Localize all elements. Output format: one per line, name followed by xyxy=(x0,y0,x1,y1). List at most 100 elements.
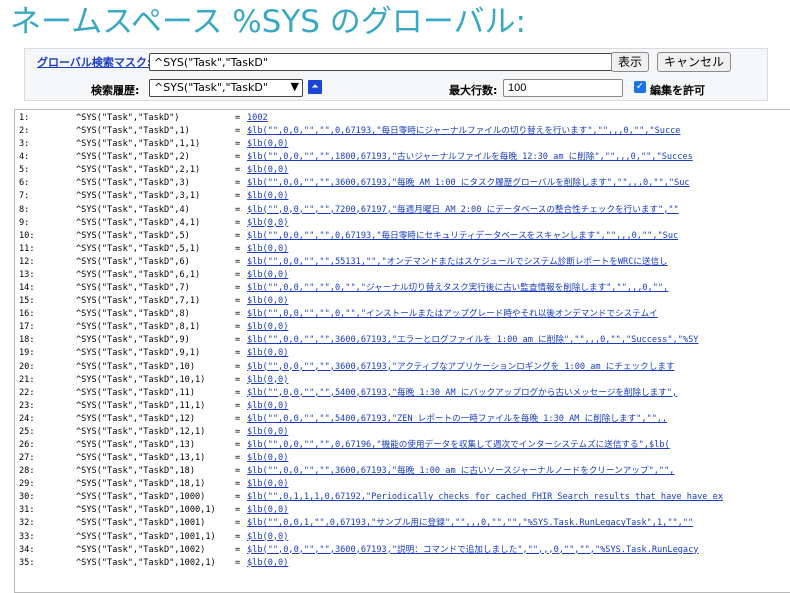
node-subscript: ^SYS("Task","TaskD",1000,1) xyxy=(76,505,216,516)
row-number: 19: xyxy=(19,348,35,359)
row-number: 34: xyxy=(19,544,35,555)
row-number: 20: xyxy=(19,361,35,372)
node-subscript: ^SYS("Task","TaskD",7) xyxy=(76,283,190,294)
row-number: 15: xyxy=(19,296,35,307)
row-number: 14: xyxy=(19,283,35,294)
node-subscript: ^SYS("Task","TaskD",2) xyxy=(76,152,190,163)
allow-edit-checkbox[interactable]: ✓ xyxy=(634,81,646,93)
node-value-link[interactable]: $lb("",0,0,"","",3600,67193,"毎晩 1:00 am … xyxy=(247,466,674,477)
node-value-link[interactable]: $lb(0,0) xyxy=(247,401,288,412)
node-subscript: ^SYS("Task","TaskD") xyxy=(76,113,180,123)
global-mask-input[interactable] xyxy=(149,53,631,71)
node-value-link[interactable]: $lb(0,0) xyxy=(247,479,288,490)
node-value-link[interactable]: $lb(0,0) xyxy=(247,165,288,176)
node-subscript: ^SYS("Task","TaskD",18) xyxy=(76,466,195,477)
max-rows-input[interactable] xyxy=(503,79,623,97)
equals-sign: = xyxy=(235,283,241,294)
node-subscript: ^SYS("Task","TaskD",10,1) xyxy=(76,374,206,385)
equals-sign: = xyxy=(235,191,241,202)
node-value-link[interactable]: $lb("",0,0,"","",3600,67193,"説明：コマンドで追加し… xyxy=(247,545,698,556)
node-value-link[interactable]: $lb("",0,0,"","",3600,67193,"毎晩 AM 1:00 … xyxy=(247,178,690,189)
row-number: 30: xyxy=(19,492,35,503)
row-number: 7: xyxy=(19,191,30,202)
node-subscript: ^SYS("Task","TaskD",3) xyxy=(76,178,190,189)
equals-sign: = xyxy=(235,374,241,385)
cancel-button[interactable]: キャンセル xyxy=(657,52,732,72)
equals-sign: = xyxy=(235,466,241,477)
node-subscript: ^SYS("Task","TaskD",1002) xyxy=(76,544,206,555)
node-value-link[interactable]: $lb(0,0) xyxy=(247,453,288,464)
node-value-link[interactable]: $lb(0,0) xyxy=(247,270,288,281)
node-subscript: ^SYS("Task","TaskD",1001) xyxy=(76,518,206,529)
node-subscript: ^SYS("Task","TaskD",11) xyxy=(76,387,195,398)
node-subscript: ^SYS("Task","TaskD",4) xyxy=(76,204,190,215)
node-value-link[interactable]: $lb(0,0) xyxy=(247,558,288,569)
row-number: 9: xyxy=(19,217,30,228)
node-subscript: ^SYS("Task","TaskD",8) xyxy=(76,309,190,320)
node-value-link[interactable]: $lb("",0,0,"","",1800,67193,"古いジャーナルファイル… xyxy=(247,152,693,163)
node-subscript: ^SYS("Task","TaskD",6) xyxy=(76,256,190,267)
show-button[interactable]: 表示 xyxy=(611,52,650,72)
node-value-link[interactable]: $lb(0,0) xyxy=(247,322,288,333)
node-value-link[interactable]: $lb(0,0) xyxy=(247,296,288,307)
node-subscript: ^SYS("Task","TaskD",1,1) xyxy=(76,139,201,150)
node-value-link[interactable]: $lb("",0,0,"","",3600,67193,"エラーとログファイルを… xyxy=(247,335,698,346)
node-subscript: ^SYS("Task","TaskD",5,1) xyxy=(76,243,201,254)
history-select-value: ^SYS("Task","TaskD" xyxy=(154,81,268,94)
node-value-link[interactable]: $lb("",0,0,"","",0,67193,"毎日零時にジャーナルファイル… xyxy=(247,126,680,137)
equals-sign: = xyxy=(235,505,241,516)
node-value-link[interactable]: $lb("",0,0,1,"",0,67193,"サンプル用に登録","",,,… xyxy=(247,518,693,529)
equals-sign: = xyxy=(235,269,241,280)
equals-sign: = xyxy=(235,178,241,189)
global-mask-link[interactable]: グローバル検索マスク: xyxy=(37,54,151,70)
node-value-link[interactable]: $lb(0,0) xyxy=(247,505,288,516)
node-value-link[interactable]: $lb(0,0) xyxy=(247,532,288,543)
node-value-link[interactable]: $lb("",0,0,"","",0,67193,"毎日零時にセキュリティデータ… xyxy=(247,231,678,242)
equals-sign: = xyxy=(235,453,241,464)
node-value-link[interactable]: $lb("",0,0,"","",3600,67193,"アクティブなアプリケー… xyxy=(247,362,675,373)
node-value-link[interactable]: 1002 xyxy=(247,113,268,124)
node-subscript: ^SYS("Task","TaskD",8,1) xyxy=(76,322,201,333)
node-value-link[interactable]: $lb("",0,0,"","",0,"","インストールまたはアップグレード時… xyxy=(247,309,658,320)
node-value-link[interactable]: $lb(0,0) xyxy=(247,427,288,438)
equals-sign: = xyxy=(235,204,241,215)
chevron-down-icon: ▼ xyxy=(290,80,299,93)
node-value-link[interactable]: $lb("",0,0,"","",0,"","ジャーナル切り替えタスク実行後に古… xyxy=(247,283,668,294)
equals-sign: = xyxy=(235,479,241,490)
row-number: 4: xyxy=(19,152,30,163)
node-value-link[interactable]: $lb("",0,0,"","",7200,67197,"毎週月曜日 AM 2:… xyxy=(247,205,679,216)
node-subscript: ^SYS("Task","TaskD",4,1) xyxy=(76,217,201,228)
node-subscript: ^SYS("Task","TaskD",6,1) xyxy=(76,269,201,280)
node-subscript: ^SYS("Task","TaskD",7,1) xyxy=(76,296,201,307)
node-value-link[interactable]: $lb("",0,0,"","",5400,67193,"毎晩 1:30 AM … xyxy=(247,388,677,399)
node-value-link[interactable]: $lb(0,0) xyxy=(247,218,288,229)
node-value-link[interactable]: $lb(0,0) xyxy=(247,375,288,386)
equals-sign: = xyxy=(235,413,241,424)
node-subscript: ^SYS("Task","TaskD",12) xyxy=(76,413,195,424)
row-number: 18: xyxy=(19,335,35,346)
equals-sign: = xyxy=(235,165,241,176)
node-subscript: ^SYS("Task","TaskD",1001,1) xyxy=(76,531,216,542)
node-value-link[interactable]: $lb("",0,1,1,1,0,67192,"Periodically che… xyxy=(247,492,723,503)
node-value-link[interactable]: $lb("",0,0,"","",55131,"","オンデマンドまたはスケジュ… xyxy=(247,257,668,268)
history-select[interactable]: ^SYS("Task","TaskD" ▼ xyxy=(149,79,303,97)
node-value-link[interactable]: $lb(0,0) xyxy=(247,348,288,359)
node-value-link[interactable]: $lb(0,0) xyxy=(247,191,288,202)
node-value-link[interactable]: $lb("",0,0,"","",0,67196,"機能の使用データを収集して週… xyxy=(247,440,670,451)
node-subscript: ^SYS("Task","TaskD",9,1) xyxy=(76,348,201,359)
equals-sign: = xyxy=(235,322,241,333)
node-subscript: ^SYS("Task","TaskD",1) xyxy=(76,126,190,137)
row-number: 10: xyxy=(19,230,35,241)
allow-edit-label: 編集を許可 xyxy=(650,84,705,97)
equals-sign: = xyxy=(235,518,241,529)
equals-sign: = xyxy=(235,126,241,137)
row-number: 35: xyxy=(19,557,35,568)
equals-sign: = xyxy=(235,309,241,320)
max-rows-label: 最大行数: xyxy=(449,84,498,97)
row-number: 17: xyxy=(19,322,35,333)
equals-sign: = xyxy=(235,492,241,503)
node-value-link[interactable]: $lb(0,0) xyxy=(247,244,288,255)
node-value-link[interactable]: $lb(0,0) xyxy=(247,139,288,150)
double-chevron-up-icon[interactable]: ⏶ xyxy=(308,80,322,94)
node-value-link[interactable]: $lb("",0,0,"","",5400,67193,"ZEN レポートの一時… xyxy=(247,414,667,425)
